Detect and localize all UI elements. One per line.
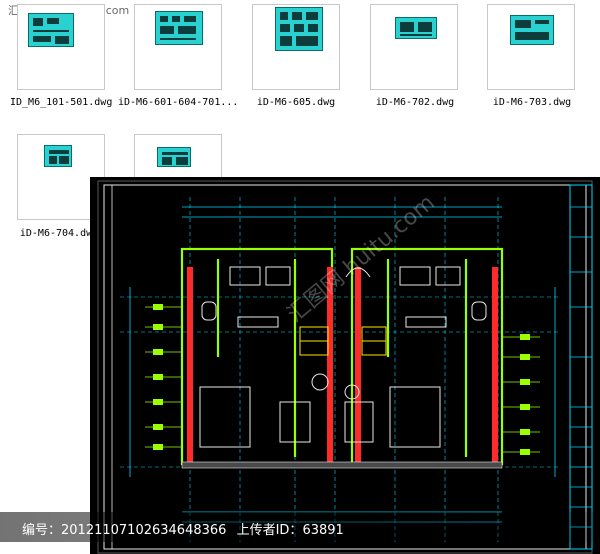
file-name-4[interactable]: iD-M6-702.dwg xyxy=(370,97,460,108)
drawing-preview xyxy=(44,145,72,167)
drawing-preview xyxy=(155,11,203,45)
floor-plan-drawing xyxy=(97,180,593,554)
uploader-label: 上传者ID： xyxy=(236,523,303,538)
drawing-preview xyxy=(275,7,323,51)
file-thumbnail-4[interactable] xyxy=(370,4,458,90)
drawing-preview xyxy=(395,17,437,39)
uploader-value: 63891 xyxy=(302,523,344,538)
cad-drawing-preview[interactable]: 汇图网 huitu.com xyxy=(90,177,600,554)
drawing-preview xyxy=(510,15,554,45)
file-thumbnail-1[interactable] xyxy=(17,4,105,90)
file-thumbnail-3[interactable] xyxy=(252,4,340,90)
file-thumbnail-5[interactable] xyxy=(487,4,575,90)
file-name-1[interactable]: ID_M6_101-501.dwg xyxy=(10,97,112,108)
file-name-3[interactable]: iD-M6-605.dwg xyxy=(250,97,342,108)
id-label: 编号： xyxy=(22,523,62,538)
image-id-line: 编号：20121107102634648366 上传者ID：63891 xyxy=(22,519,344,538)
file-name-2[interactable]: iD-M6-601-604-701... xyxy=(118,97,238,108)
file-thumbnail-2[interactable] xyxy=(134,4,222,90)
drawing-preview xyxy=(157,147,191,167)
id-value: 20121107102634648366 xyxy=(61,523,227,538)
drawing-preview xyxy=(28,13,74,47)
file-name-5[interactable]: iD-M6-703.dwg xyxy=(487,97,577,108)
